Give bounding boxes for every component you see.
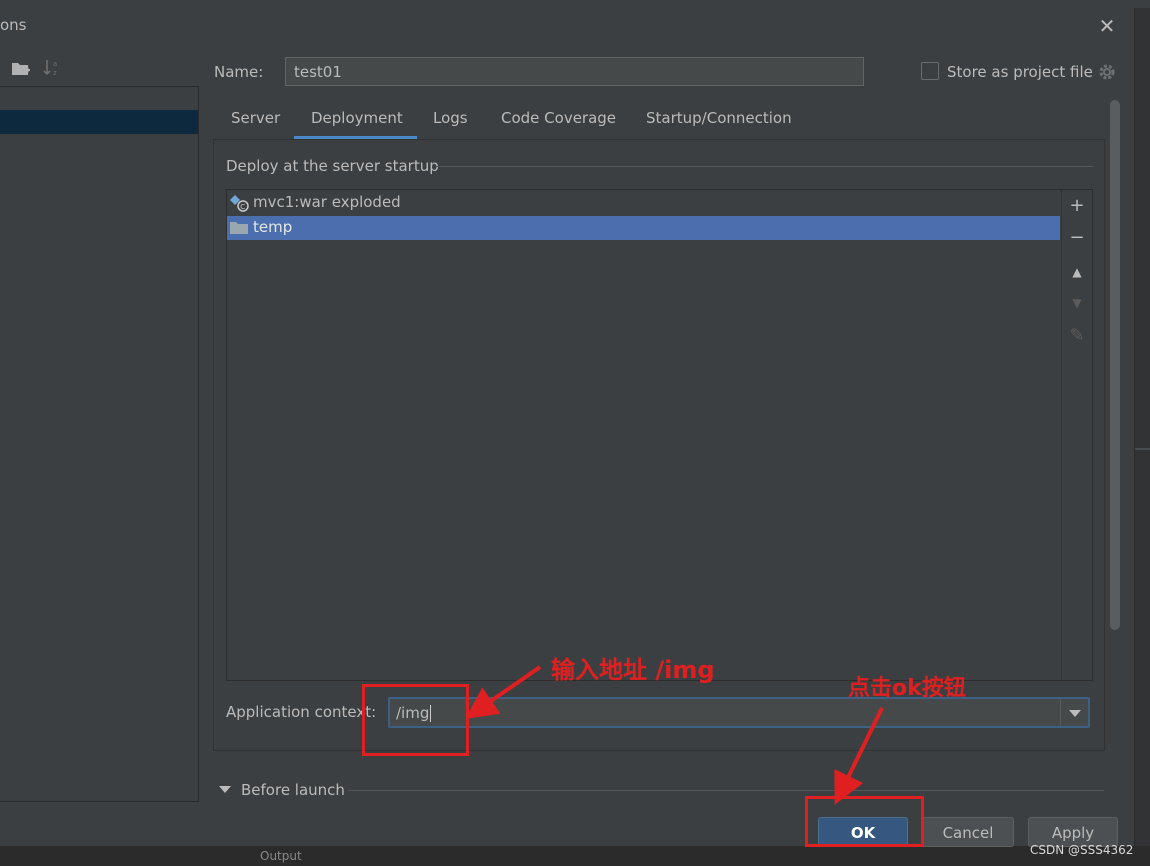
chevron-down-icon — [1069, 710, 1081, 717]
ide-bottom-bar: Output — [0, 846, 1150, 866]
list-item-label: temp — [253, 218, 293, 236]
add-icon[interactable]: + — [1066, 195, 1088, 217]
artifact-icon: C — [229, 194, 249, 212]
annotation-box-ok — [805, 796, 924, 847]
store-as-project-file-checkbox[interactable] — [921, 62, 939, 80]
tab-logs[interactable]: Logs — [433, 109, 468, 139]
list-toolbar-divider — [1061, 190, 1062, 680]
ide-edge-marker — [1135, 448, 1150, 450]
before-launch-separator — [348, 790, 1104, 791]
application-context-dropdown-button[interactable] — [1060, 699, 1088, 726]
list-item[interactable]: temp — [227, 216, 1060, 240]
application-context-label: Application context: — [226, 703, 377, 721]
name-label: Name: — [214, 63, 264, 81]
sort-alphabetically-icon[interactable]: a z — [42, 58, 64, 78]
dialog-title: ons — [0, 16, 27, 34]
tab-startup-connection[interactable]: Startup/Connection — [646, 109, 792, 139]
remove-icon[interactable]: − — [1066, 227, 1088, 249]
close-button[interactable]: ✕ — [1096, 15, 1118, 37]
configurations-tree-panel — [0, 86, 199, 802]
annotation-enter-address: 输入地址 /img — [551, 656, 715, 684]
deploy-section-label: Deploy at the server startup — [226, 157, 439, 175]
section-separator — [436, 166, 1093, 167]
tab-deployment[interactable]: Deployment — [311, 109, 403, 139]
folder-icon — [229, 219, 249, 237]
tab-code-coverage[interactable]: Code Coverage — [501, 109, 616, 139]
selected-configuration-row[interactable] — [0, 110, 198, 134]
output-tab-label[interactable]: Output — [260, 849, 302, 863]
edit-icon[interactable]: ✎ — [1066, 325, 1088, 347]
expand-triangle-icon[interactable] — [219, 786, 231, 793]
store-as-project-file-label[interactable]: Store as project file — [947, 63, 1093, 81]
annotation-box-context — [362, 684, 469, 756]
move-down-icon[interactable]: ▼ — [1066, 292, 1088, 314]
vertical-scrollbar[interactable] — [1110, 100, 1120, 630]
svg-text:z: z — [53, 69, 57, 77]
ide-toolbar-strip — [0, 0, 1150, 8]
application-context-input[interactable] — [396, 703, 1056, 723]
watermark: CSDN @SSS4362 — [1030, 843, 1134, 857]
gear-icon[interactable] — [1097, 62, 1117, 82]
before-launch-label[interactable]: Before launch — [241, 781, 345, 799]
list-item[interactable]: C mvc1:war exploded — [227, 191, 1060, 215]
deployment-list — [226, 189, 1093, 681]
move-up-icon[interactable]: ▲ — [1066, 261, 1088, 283]
application-context-combobox[interactable] — [388, 697, 1090, 728]
cancel-button[interactable]: Cancel — [922, 817, 1014, 847]
svg-text:C: C — [240, 203, 245, 211]
list-item-label: mvc1:war exploded — [253, 193, 401, 211]
tab-server[interactable]: Server — [231, 109, 280, 139]
name-input[interactable] — [285, 57, 864, 86]
new-folder-icon[interactable] — [11, 60, 31, 78]
ide-right-edge — [1135, 8, 1150, 866]
annotation-click-ok: 点击ok按钮 — [848, 676, 966, 701]
svg-text:a: a — [53, 60, 57, 68]
